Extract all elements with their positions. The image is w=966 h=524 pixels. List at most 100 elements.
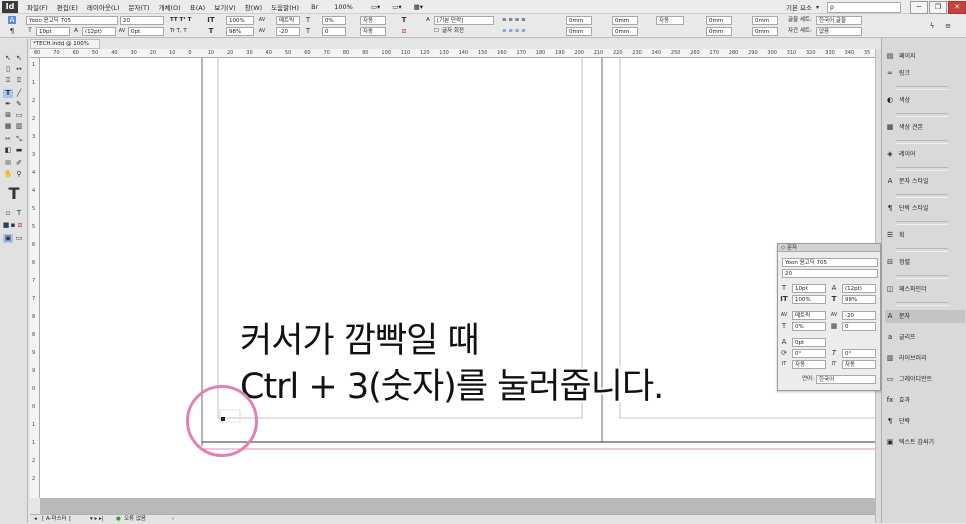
restore-button[interactable]: ❐	[929, 0, 947, 14]
vertical-ruler[interactable]: 1 1 2 2 3 3 4 4 5 5 6 6 7 7 8 8 9 9 0 0 1 1 2 2	[30, 58, 40, 498]
font-family-field[interactable]: Yoon 윤고딕 705	[26, 16, 118, 25]
rectangle-tool-icon[interactable]: ▭	[14, 111, 24, 120]
cp-tsume-field[interactable]: 0%	[792, 322, 826, 331]
allcaps-buttons[interactable]: TT T¹ T	[170, 16, 191, 25]
vertical-grid-tool-icon[interactable]: ▥	[14, 122, 24, 131]
first-indent-field[interactable]: 0mm	[566, 27, 592, 36]
dropcap-lines-field[interactable]: 0mm	[752, 16, 778, 25]
fill-text-icon[interactable]: T	[400, 16, 408, 24]
font-set-field[interactable]: 한국어 글꼴	[816, 16, 862, 25]
free-transform-tool-icon[interactable]: ⤡	[14, 135, 24, 144]
dock-separator[interactable]	[896, 221, 948, 225]
tracking2-field[interactable]: -20	[276, 27, 300, 36]
vscale-field[interactable]: 100%	[226, 16, 254, 25]
menu-type[interactable]: 문자(T)	[129, 2, 150, 12]
cp-font-style[interactable]: 20	[782, 269, 878, 278]
lightning-icon[interactable]: ϟ	[928, 22, 936, 30]
gap-tool-icon[interactable]: ↔	[14, 65, 24, 74]
grid-field[interactable]: 0	[322, 27, 346, 36]
align-buttons[interactable]: ≡ ≡ ≡ ≡	[502, 16, 526, 25]
dock-item-align[interactable]: ⊟ 정렬	[885, 256, 965, 269]
horizontal-ruler[interactable]: 80 70 60 50 40 30 20 10 0 10 20 30 40 50 60 70 80 90 100 11…	[30, 49, 875, 58]
minimize-button[interactable]: ─	[910, 0, 928, 14]
dock-separator[interactable]	[896, 248, 948, 252]
menu-edit[interactable]: 편집(E)	[57, 2, 78, 12]
dock-item-swatches[interactable]: ▦ 색상 견본	[885, 121, 965, 134]
auto2-field[interactable]: 자동	[360, 27, 386, 36]
dock-item-gradient[interactable]: ▭ 그레이디언트	[885, 373, 965, 386]
auto3-field[interactable]: 자동	[656, 16, 684, 25]
content-collector-icon[interactable]: ⍗	[3, 76, 13, 85]
dock-item-glyphs[interactable]: a 글리프	[885, 331, 965, 344]
dock-separator[interactable]	[896, 194, 948, 198]
para-formatting-icon[interactable]: ¶	[8, 27, 16, 35]
document-canvas[interactable]	[40, 58, 875, 498]
menu-layout[interactable]: 레이아웃(L)	[87, 2, 120, 12]
dock-item-para-styles[interactable]: ¶ 단락 스타일	[885, 202, 965, 215]
dock-separator[interactable]	[896, 302, 948, 306]
cp-hscale-field[interactable]: 98%	[842, 295, 876, 304]
hand-tool-icon[interactable]: ✋	[3, 170, 13, 179]
workspace-switcher[interactable]: 기본 요소	[786, 2, 812, 12]
dock-separator[interactable]	[896, 140, 948, 144]
dock-item-color[interactable]: ◐ 색상	[885, 94, 965, 107]
selection-tool-icon[interactable]: ↖	[3, 54, 13, 63]
cp-vscale-field[interactable]: 100%	[792, 295, 826, 304]
fill-stroke-icon[interactable]: T	[3, 185, 25, 205]
normal-mode-icon[interactable]: ▣	[3, 234, 13, 243]
zoom-tool-icon[interactable]: ⚲	[14, 170, 24, 179]
bridge-icon[interactable]: Br	[311, 3, 318, 11]
dock-item-effects[interactable]: fx 효과	[885, 394, 965, 407]
dropcap-chars-field[interactable]: 0mm	[752, 27, 778, 36]
kerning-field[interactable]: 메트릭	[276, 16, 300, 25]
chevron-down-icon[interactable]: ▾	[816, 4, 819, 11]
left-indent-field[interactable]: 0mm	[566, 16, 592, 25]
dock-item-layers[interactable]: ◈ 레이어	[885, 148, 965, 161]
dock-separator[interactable]	[896, 113, 948, 117]
kinsoku-field[interactable]: 없음	[816, 27, 862, 36]
dock-item-text-wrap[interactable]: ▣ 텍스트 감싸기	[885, 436, 965, 449]
panel-menu-icon[interactable]: ≡	[944, 22, 952, 30]
cp-rotate-field[interactable]: 0°	[792, 349, 826, 358]
view-options-icon[interactable]: ▭▾	[371, 3, 380, 11]
font-size-field[interactable]: 10pt	[36, 27, 70, 36]
font-style-field[interactable]: 20	[120, 16, 164, 25]
justify-buttons[interactable]: ≡ ≡ ≡ ≡	[502, 27, 526, 36]
last-indent-field[interactable]: 0mm	[612, 27, 638, 36]
screen-mode-icon[interactable]: ▭▾	[392, 3, 401, 11]
page-tool-icon[interactable]: ▯	[3, 65, 13, 74]
cp-font-family[interactable]: Yoon 윤고딕 705	[782, 258, 878, 267]
apply-text-icon[interactable]: T	[14, 209, 24, 218]
space-after-field[interactable]: 0mm	[706, 27, 732, 36]
gradient-feather-tool-icon[interactable]: ▬	[14, 146, 24, 155]
type-tool-icon[interactable]: T	[3, 89, 13, 98]
rectangle-frame-tool-icon[interactable]: ⊠	[3, 111, 13, 120]
dock-item-pages[interactable]: ▤ 페이지	[885, 50, 965, 63]
document-tab[interactable]: *TECH.indd @ 100%	[30, 39, 100, 49]
note-tool-icon[interactable]: ✉	[3, 159, 13, 168]
cp-leading-field[interactable]: (12pt)	[842, 284, 876, 293]
direct-selection-tool-icon[interactable]: ↖	[14, 54, 24, 63]
char-style-field[interactable]: [기본 단락]	[434, 16, 494, 25]
pen-tool-icon[interactable]: ✒	[3, 100, 13, 109]
dock-item-library[interactable]: ▥ 라이브러리	[885, 352, 965, 365]
dock-item-stroke[interactable]: ☰ 획	[885, 229, 965, 242]
dock-item-links[interactable]: ∞ 링크	[885, 67, 965, 80]
dock-item-pathfinder[interactable]: ◫ 패스파인더	[885, 283, 965, 296]
menu-file[interactable]: 파일(F)	[27, 2, 48, 12]
dock-item-character[interactable]: A 문자	[885, 310, 965, 323]
menu-view[interactable]: 보기(V)	[214, 2, 235, 12]
arrange-documents-icon[interactable]: ▦▾	[414, 3, 423, 11]
dock-separator[interactable]	[896, 86, 948, 90]
search-input[interactable]: ρ	[827, 1, 901, 13]
cp-aki2-field[interactable]: 자동	[842, 360, 876, 369]
right-indent-field[interactable]: 0mm	[612, 16, 638, 25]
scissors-tool-icon[interactable]: ✂	[3, 135, 13, 144]
menu-object[interactable]: 개체(O)	[159, 2, 181, 12]
apply-container-icon[interactable]: ▫	[3, 209, 13, 218]
dock-item-paragraph[interactable]: ¶ 단락	[885, 415, 965, 428]
cp-grid-field[interactable]: 0	[842, 322, 876, 331]
char-formatting-icon[interactable]: A	[8, 16, 16, 24]
dock-separator[interactable]	[896, 167, 948, 171]
content-placer-icon[interactable]: ⍐	[14, 76, 24, 85]
